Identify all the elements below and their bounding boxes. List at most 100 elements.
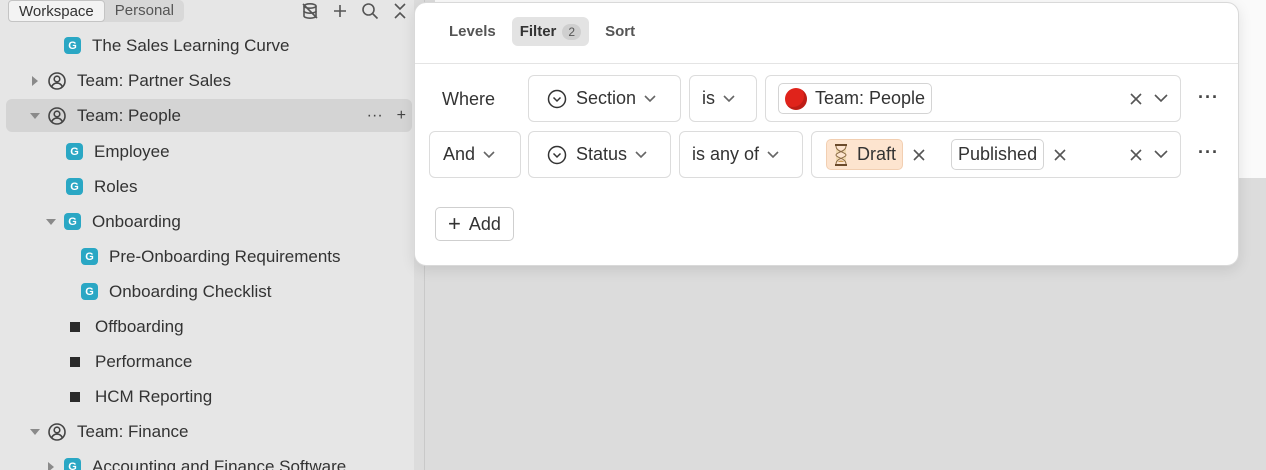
divider (415, 63, 1238, 64)
conjunction-select[interactable]: And (429, 131, 521, 178)
hourglass-icon (833, 143, 849, 166)
chevron-down-icon (635, 150, 647, 159)
row-actions: ··· + (367, 107, 406, 125)
select-property-icon (547, 145, 567, 165)
clear-icon[interactable] (1130, 92, 1142, 105)
page-badge-icon: G (81, 248, 98, 265)
sidebar-item-team-finance[interactable]: Team: Finance (6, 415, 412, 448)
more-options-button[interactable]: ··· (367, 107, 383, 125)
list-item-label: Onboarding Checklist (109, 281, 272, 301)
where-label: Where (442, 89, 496, 109)
sidebar-item-employee[interactable]: G Employee (6, 135, 412, 168)
sidebar-item-performance[interactable]: Performance (6, 345, 412, 378)
caret-right-icon[interactable] (44, 461, 58, 470)
chevron-down-icon (483, 150, 495, 159)
square-icon (70, 356, 80, 367)
chip-label: Draft (857, 144, 897, 164)
add-filter-button[interactable]: + Add (435, 207, 514, 241)
list-item-label: HCM Reporting (95, 386, 213, 406)
value-chip: Draft (826, 139, 904, 170)
property-select[interactable]: Status (528, 131, 671, 178)
value-controls (1130, 92, 1168, 105)
list-item[interactable]: G The Sales Learning Curve (6, 29, 412, 62)
square-icon (70, 321, 80, 332)
search-icon[interactable] (358, 1, 382, 21)
tab-filter-label: Filter (519, 23, 557, 40)
tab-filter[interactable]: Filter 2 (511, 17, 590, 46)
list-item-label: Employee (94, 141, 170, 161)
value-select[interactable]: Team: People (765, 75, 1181, 122)
list-item-label: Team: Partner Sales (77, 70, 232, 90)
add-icon[interactable] (328, 1, 352, 21)
team-icon (48, 422, 66, 441)
chevron-down-icon (767, 150, 779, 159)
square-icon (70, 391, 80, 402)
chip-label: Team: People (815, 88, 926, 108)
sidebar-toolbar (298, 1, 412, 21)
page-badge-icon: G (64, 213, 81, 230)
page-badge-icon: G (64, 37, 81, 54)
select-property-icon (547, 89, 567, 109)
add-child-button[interactable]: + (397, 107, 406, 125)
list-item-label: Onboarding (92, 211, 181, 231)
operator-select[interactable]: is (689, 75, 757, 122)
caret-down-icon[interactable] (44, 218, 58, 226)
tab-workspace[interactable]: Workspace (8, 0, 105, 22)
page-badge-icon: G (81, 283, 98, 300)
tab-levels[interactable]: Levels (441, 17, 504, 46)
values-select[interactable]: Draft Published (811, 131, 1181, 178)
tab-personal[interactable]: Personal (105, 0, 184, 22)
caret-right-icon[interactable] (28, 75, 42, 86)
database-off-icon[interactable] (298, 1, 322, 21)
sidebar-item-accounting-software[interactable]: G Accounting and Finance Software (6, 450, 412, 470)
team-icon (48, 71, 66, 90)
property-label: Status (576, 144, 628, 164)
caret-down-icon[interactable] (28, 428, 42, 436)
team-icon (48, 106, 66, 125)
row-more-button[interactable]: ··· (1198, 87, 1219, 108)
property-label: Section (576, 88, 637, 108)
sidebar-item-pre-onboarding[interactable]: G Pre-Onboarding Requirements (6, 240, 412, 273)
red-circle-icon (785, 87, 807, 110)
list-item-label: Pre-Onboarding Requirements (109, 246, 341, 266)
remove-chip-icon[interactable] (913, 148, 925, 161)
property-select[interactable]: Section (528, 75, 681, 122)
tab-levels-label: Levels (449, 23, 496, 40)
sidebar-item-roles[interactable]: G Roles (6, 170, 412, 203)
list-item-label: Performance (95, 351, 193, 371)
remove-chip-icon[interactable] (1054, 148, 1066, 161)
collapse-icon[interactable] (388, 1, 412, 21)
value-chip: Published (951, 139, 1045, 170)
filter-popover: Levels Filter 2 Sort Where Section is Te… (414, 2, 1239, 266)
list-item-label: Offboarding (95, 316, 184, 336)
clear-icon[interactable] (1130, 148, 1142, 161)
add-filter-label: Add (468, 213, 501, 234)
operator-label: is any of (692, 144, 760, 164)
sidebar-item-onboarding-checklist[interactable]: G Onboarding Checklist (6, 275, 412, 308)
operator-label: is (702, 88, 715, 108)
tab-sort-label: Sort (605, 23, 636, 40)
sidebar-item-offboarding[interactable]: Offboarding (6, 310, 412, 343)
filter-count-badge: 2 (562, 23, 582, 40)
list-item-label: The Sales Learning Curve (92, 35, 290, 55)
chip-label: Published (958, 144, 1038, 164)
chevron-down-icon (723, 94, 735, 103)
value-controls (1130, 148, 1168, 161)
list-item-label: Accounting and Finance Software (92, 456, 347, 470)
list-item-label: Team: People (77, 105, 181, 125)
chevron-down-icon[interactable] (1154, 94, 1168, 103)
operator-select[interactable]: is any of (679, 131, 803, 178)
chevron-down-icon[interactable] (1154, 150, 1168, 159)
value-chip: Team: People (778, 83, 933, 114)
caret-down-icon[interactable] (28, 112, 42, 120)
row-more-button[interactable]: ··· (1198, 142, 1219, 163)
page-badge-icon: G (64, 458, 81, 470)
workspace-switcher: Workspace Personal (8, 0, 184, 22)
sidebar-item-hcm-reporting[interactable]: HCM Reporting (6, 380, 412, 413)
sidebar-item-team-people[interactable]: Team: People ··· + (6, 99, 412, 132)
sidebar-topbar: Workspace Personal (0, 0, 414, 26)
sidebar-item-team-partner-sales[interactable]: Team: Partner Sales (6, 64, 412, 97)
tab-sort[interactable]: Sort (597, 17, 643, 46)
page-badge-icon: G (66, 178, 83, 195)
sidebar-item-onboarding[interactable]: G Onboarding (6, 205, 412, 238)
